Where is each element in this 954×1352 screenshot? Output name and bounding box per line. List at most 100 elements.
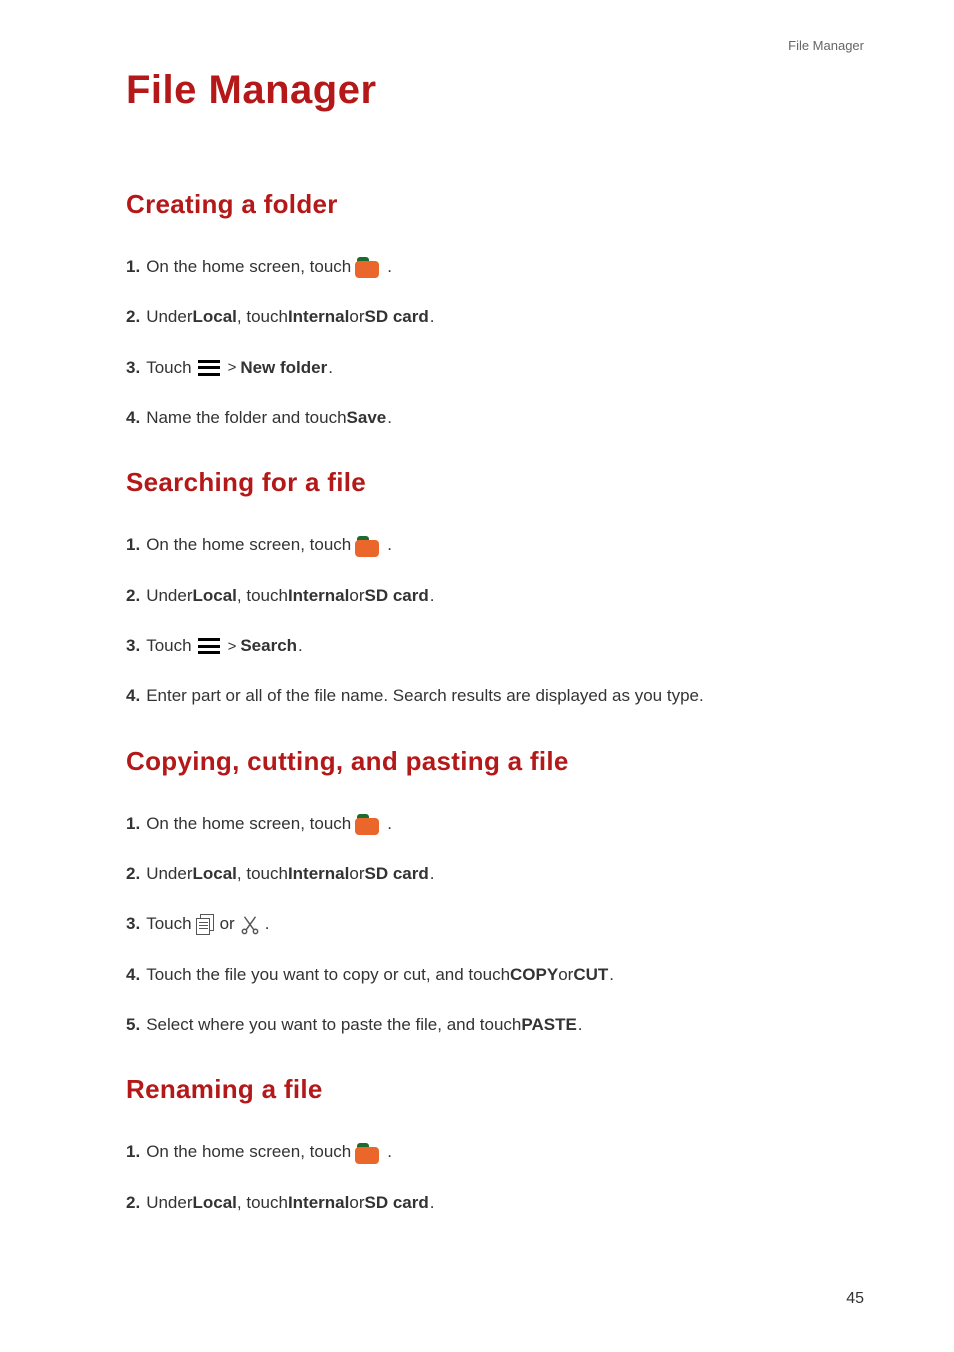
step-text: Under [146, 1190, 192, 1216]
step-text: or [220, 911, 235, 937]
label-local: Local [193, 583, 237, 609]
step-text: On the home screen, touch [146, 811, 351, 837]
list-item: 2. Under Local , touch Internal or SD ca… [126, 304, 868, 330]
step-number: 2. [126, 861, 140, 887]
step-text: . [430, 1190, 435, 1216]
step-number: 3. [126, 911, 140, 937]
label-local: Local [193, 1190, 237, 1216]
step-text: Touch [146, 633, 191, 659]
label-local: Local [193, 861, 237, 887]
step-text: Touch [146, 355, 191, 381]
list-item: 1. On the home screen, touch . [126, 532, 868, 558]
step-text: On the home screen, touch [146, 532, 351, 558]
step-text: . [578, 1012, 583, 1038]
step-text: Enter part or all of the file name. Sear… [146, 683, 704, 709]
list-item: 3. Touch or . [126, 911, 868, 937]
section-heading-copying: Copying, cutting, and pasting a file [126, 746, 868, 777]
step-text: Touch [146, 911, 191, 937]
steps-creating: 1. On the home screen, touch . 2. Under … [126, 254, 868, 431]
step-text: . [387, 811, 392, 837]
step-text: . [387, 532, 392, 558]
copy-icon [196, 914, 216, 936]
step-text: , touch [237, 304, 288, 330]
menu-icon [198, 638, 220, 654]
step-text: . [328, 355, 333, 381]
step-text: . [265, 911, 270, 937]
label-internal: Internal [288, 304, 349, 330]
step-number: 2. [126, 304, 140, 330]
step-number: 1. [126, 532, 140, 558]
folder-icon [355, 812, 381, 836]
cut-icon [239, 914, 261, 936]
step-number: 5. [126, 1012, 140, 1038]
menu-icon [198, 360, 220, 376]
list-item: 2. Under Local , touch Internal or SD ca… [126, 583, 868, 609]
step-text: Under [146, 304, 192, 330]
step-number: 4. [126, 962, 140, 988]
list-item: 2. Under Local , touch Internal or SD ca… [126, 1190, 868, 1216]
label-sdcard: SD card [364, 583, 428, 609]
label-sdcard: SD card [364, 861, 428, 887]
step-text: or [349, 861, 364, 887]
chevron-right-icon: > [228, 356, 237, 379]
section-heading-renaming: Renaming a file [126, 1074, 868, 1105]
label-copy: COPY [510, 962, 558, 988]
page: File Manager File Manager Creating a fol… [0, 0, 954, 1352]
label-internal: Internal [288, 583, 349, 609]
list-item: 1. On the home screen, touch . [126, 254, 868, 280]
step-text: , touch [237, 583, 288, 609]
label-sdcard: SD card [364, 304, 428, 330]
step-text: or [349, 583, 364, 609]
list-item: 1. On the home screen, touch . [126, 1139, 868, 1165]
step-number: 3. [126, 633, 140, 659]
step-text: or [558, 962, 573, 988]
list-item: 4. Name the folder and touch Save . [126, 405, 868, 431]
step-text: or [349, 304, 364, 330]
step-text: , touch [237, 861, 288, 887]
step-text: Under [146, 583, 192, 609]
page-title: File Manager [126, 68, 868, 113]
label-sdcard: SD card [364, 1190, 428, 1216]
step-text: . [298, 633, 303, 659]
running-header: File Manager [788, 38, 864, 53]
step-number: 2. [126, 1190, 140, 1216]
page-number: 45 [846, 1290, 864, 1308]
step-number: 4. [126, 683, 140, 709]
step-number: 1. [126, 1139, 140, 1165]
step-text: . [387, 1139, 392, 1165]
section-heading-creating: Creating a folder [126, 189, 868, 220]
step-text: . [609, 962, 614, 988]
step-text: . [387, 254, 392, 280]
step-text: or [349, 1190, 364, 1216]
folder-icon [355, 534, 381, 558]
step-number: 3. [126, 355, 140, 381]
list-item: 2. Under Local , touch Internal or SD ca… [126, 861, 868, 887]
list-item: 3. Touch > Search . [126, 633, 868, 659]
list-item: 4. Enter part or all of the file name. S… [126, 683, 868, 709]
label-internal: Internal [288, 1190, 349, 1216]
label-internal: Internal [288, 861, 349, 887]
step-text: . [387, 405, 392, 431]
chevron-right-icon: > [228, 635, 237, 658]
step-number: 1. [126, 254, 140, 280]
steps-searching: 1. On the home screen, touch . 2. Under … [126, 532, 868, 709]
step-text: On the home screen, touch [146, 254, 351, 280]
label-paste: PASTE [521, 1012, 576, 1038]
section-heading-searching: Searching for a file [126, 467, 868, 498]
list-item: 5. Select where you want to paste the fi… [126, 1012, 868, 1038]
step-text: . [430, 861, 435, 887]
steps-renaming: 1. On the home screen, touch . 2. Under … [126, 1139, 868, 1216]
step-text: Under [146, 861, 192, 887]
step-text: Touch the file you want to copy or cut, … [146, 962, 510, 988]
step-number: 2. [126, 583, 140, 609]
label-new-folder: New folder [240, 355, 327, 381]
label-search: Search [240, 633, 297, 659]
step-text: Select where you want to paste the file,… [146, 1012, 521, 1038]
steps-copying: 1. On the home screen, touch . 2. Under … [126, 811, 868, 1039]
label-save: Save [347, 405, 387, 431]
step-number: 1. [126, 811, 140, 837]
step-text: . [430, 304, 435, 330]
list-item: 3. Touch > New folder . [126, 355, 868, 381]
step-text: . [430, 583, 435, 609]
step-text: , touch [237, 1190, 288, 1216]
